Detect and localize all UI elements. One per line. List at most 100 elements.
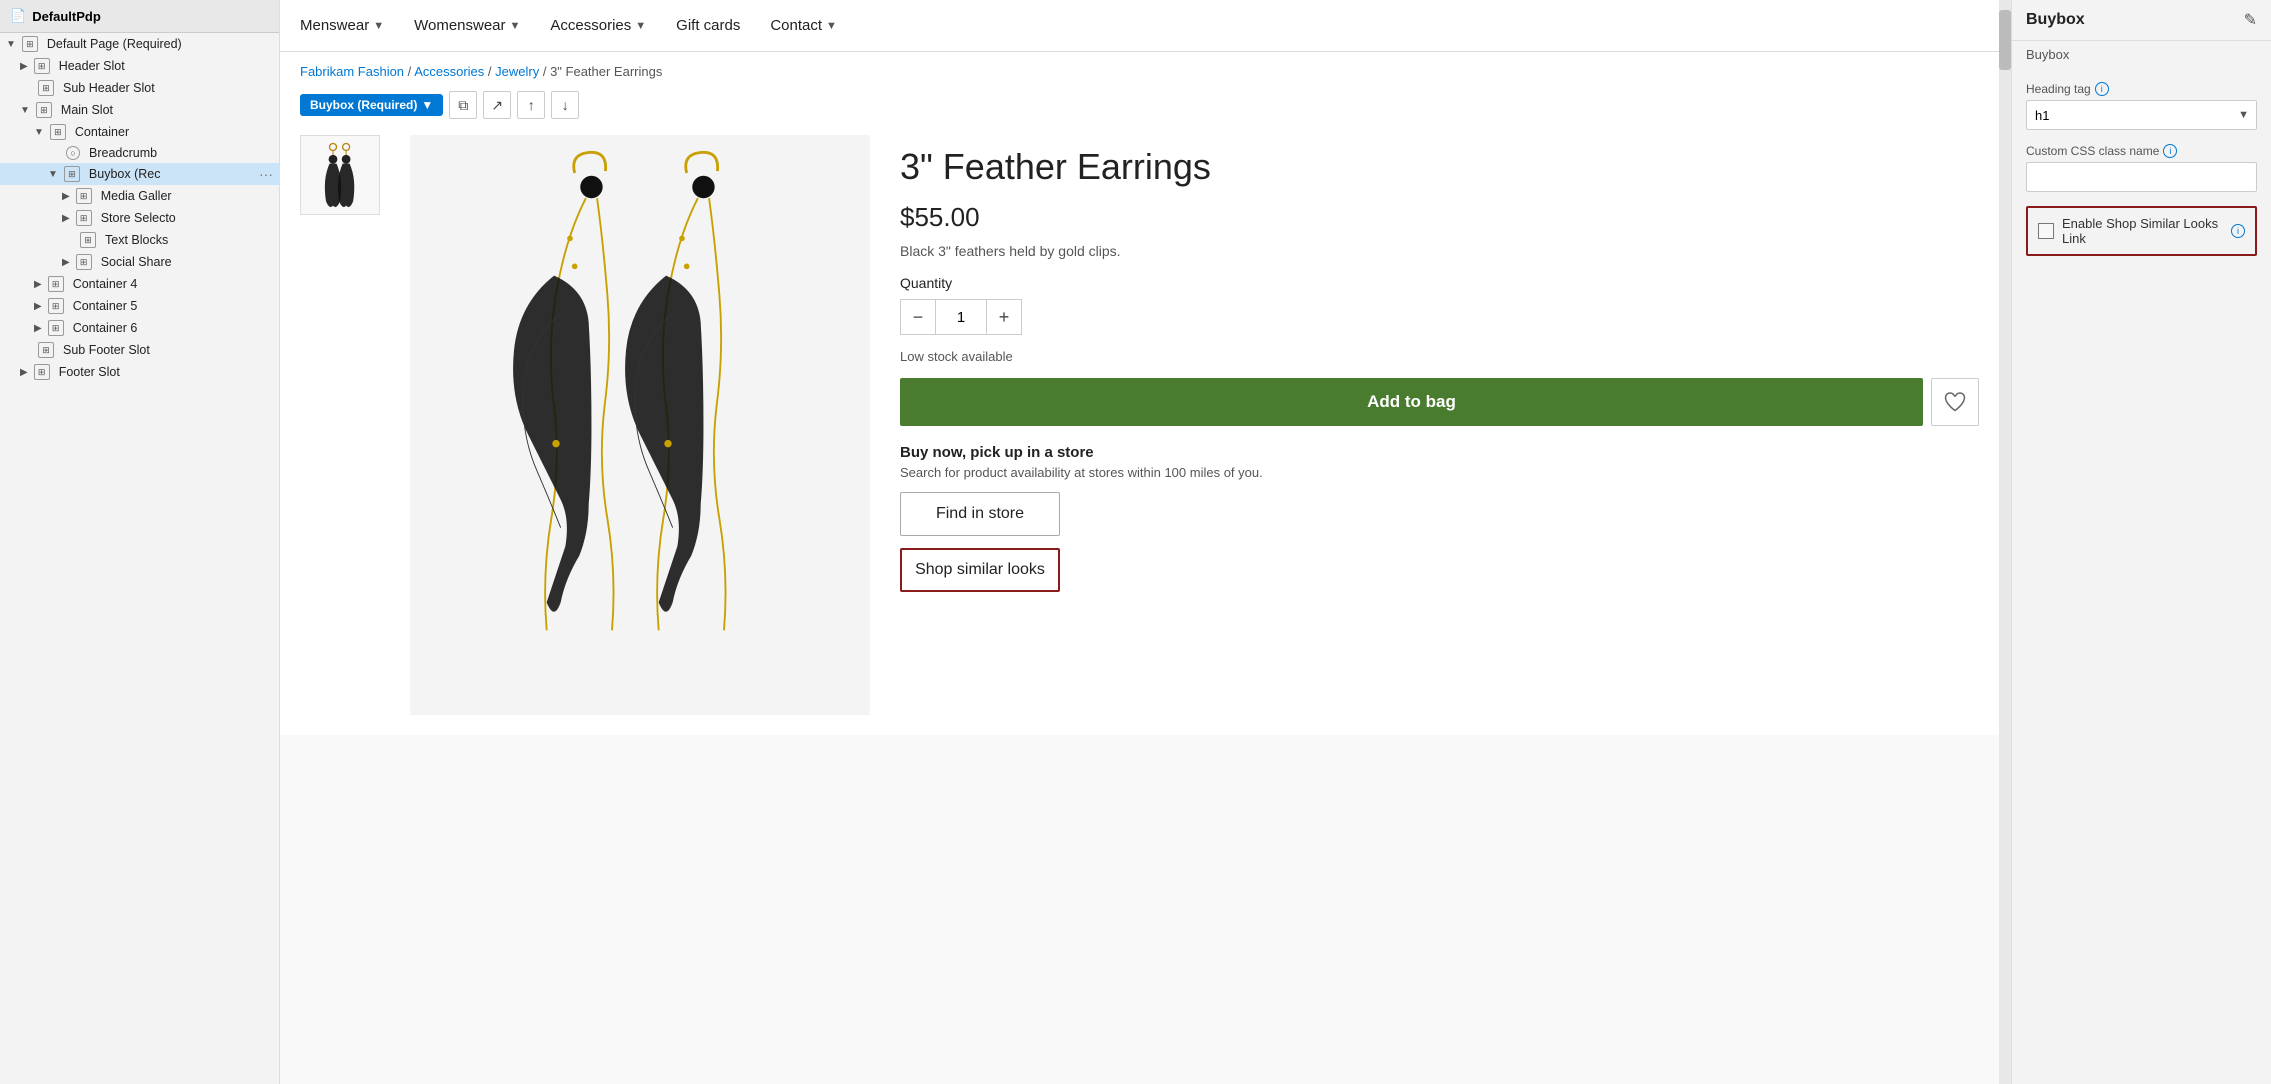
breadcrumb-fabrikam[interactable]: Fabrikam Fashion	[300, 64, 404, 79]
left-panel-title: DefaultPdp	[32, 9, 101, 24]
nav-caret-womenswear: ▼	[510, 20, 521, 32]
tree-caret-container-6[interactable]: ▶	[34, 323, 42, 334]
tree-icon-text-blocks: ⊞	[80, 232, 96, 248]
tree-icon-store-selector: ⊞	[76, 210, 92, 226]
right-panel-body: Heading tag i h1 h2 h3 ▼ Custom CSS clas…	[2012, 72, 2271, 266]
top-nav: Menswear ▼ Womenswear ▼ Accessories ▼ Gift …	[280, 0, 1999, 52]
tree-item-main-slot[interactable]: ▼⊞Main Slot	[0, 99, 279, 121]
tree-caret-container-5[interactable]: ▶	[34, 301, 42, 312]
enable-shop-similar-info-icon[interactable]: i	[2231, 224, 2245, 238]
buybox-badge-label: Buybox (Required)	[310, 98, 417, 112]
tree-caret-social-share[interactable]: ▶	[62, 257, 70, 268]
tree-item-breadcrumb[interactable]: ○Breadcrumb	[0, 143, 279, 163]
page-icon: 📄	[10, 8, 26, 24]
find-in-store-button[interactable]: Find in store	[900, 492, 1060, 536]
tree-caret-store-selector[interactable]: ▶	[62, 213, 70, 224]
left-panel-header: 📄 DefaultPdp	[0, 0, 279, 33]
css-class-info-icon[interactable]: i	[2163, 144, 2177, 158]
nav-caret-accessories: ▼	[635, 20, 646, 32]
wishlist-button[interactable]	[1931, 378, 1979, 426]
tree-label-container-4: Container 4	[73, 277, 273, 291]
tree-item-container-4[interactable]: ▶⊞Container 4	[0, 273, 279, 295]
tree-label-header-slot: Header Slot	[59, 59, 273, 73]
tree-label-container-5: Container 5	[73, 299, 273, 313]
tree-item-buybox-rec[interactable]: ▼ ⊞ Buybox (Rec ···	[0, 163, 279, 185]
tree-item-footer-slot[interactable]: ▶⊞Footer Slot	[0, 361, 279, 383]
nav-item-accessories[interactable]: Accessories ▼	[550, 13, 646, 38]
tree-item-sub-footer-slot[interactable]: ⊞Sub Footer Slot	[0, 339, 279, 361]
buybox-badge[interactable]: Buybox (Required) ▼	[300, 94, 443, 116]
enable-shop-similar-checkbox[interactable]	[2038, 223, 2054, 239]
tree-label-sub-footer-slot: Sub Footer Slot	[63, 343, 273, 357]
tree-item-social-share[interactable]: ▶⊞Social Share	[0, 251, 279, 273]
tree-item-text-blocks[interactable]: ⊞Text Blocks	[0, 229, 279, 251]
tree-more-buybox-rec[interactable]: ···	[259, 166, 273, 182]
toolbar-move-button[interactable]: ↗	[483, 91, 511, 119]
shop-similar-looks-button[interactable]: Shop similar looks	[900, 548, 1060, 592]
tree-label-breadcrumb: Breadcrumb	[89, 146, 273, 160]
toolbar-copy-button[interactable]: ⧉	[449, 91, 477, 119]
breadcrumb-jewelry[interactable]: Jewelry	[495, 64, 539, 79]
tree-item-container-5[interactable]: ▶⊞Container 5	[0, 295, 279, 317]
enable-shop-similar-label: Enable Shop Similar Looks Link	[2062, 216, 2223, 246]
tree-caret-default-page[interactable]: ▼	[6, 39, 16, 50]
nav-item-menswear[interactable]: Menswear ▼	[300, 13, 384, 38]
heading-tag-select[interactable]: h1 h2 h3	[2026, 100, 2257, 130]
add-to-bag-button[interactable]: Add to bag	[900, 378, 1923, 426]
add-to-bag-row: Add to bag	[900, 378, 1979, 426]
tree-item-sub-header-slot[interactable]: ⊞Sub Header Slot	[0, 77, 279, 99]
product-thumbnail[interactable]	[300, 135, 380, 215]
quantity-control: − 1 +	[900, 299, 1979, 335]
nav-item-gift-cards[interactable]: Gift cards	[676, 13, 740, 38]
toolbar-up-button[interactable]: ↑	[517, 91, 545, 119]
tree-icon-main-slot: ⊞	[36, 102, 52, 118]
tree-icon-buybox-rec: ⊞	[64, 166, 80, 182]
tree-icon-default-page: ⊞	[22, 36, 38, 52]
heading-tag-info-icon[interactable]: i	[2095, 82, 2109, 96]
tree-icon-media-gallery: ⊞	[76, 188, 92, 204]
right-panel-edit-icon[interactable]: ✎	[2244, 10, 2257, 30]
tree-item-container-6[interactable]: ▶ ⊞ Container 6	[0, 317, 279, 339]
breadcrumb-text: Fabrikam Fashion / Accessories / Jewelry…	[300, 64, 662, 79]
scrollbar-track[interactable]	[1999, 0, 2011, 1084]
tree-caret-main-slot[interactable]: ▼	[20, 105, 30, 116]
css-class-input[interactable]	[2026, 162, 2257, 192]
details-column: 3" Feather Earrings $55.00 Black 3" feat…	[890, 135, 1979, 715]
tree-caret-media-gallery[interactable]: ▶	[62, 191, 70, 202]
right-panel-title: Buybox	[2026, 11, 2085, 29]
breadcrumb: Fabrikam Fashion / Accessories / Jewelry…	[280, 52, 1999, 85]
tree-caret-container-4[interactable]: ▶	[34, 279, 42, 290]
tree-caret-footer-slot[interactable]: ▶	[20, 367, 28, 378]
tree-label-buybox-rec: Buybox (Rec	[89, 167, 255, 181]
tree-label-container-6: Container 6	[73, 321, 273, 335]
heading-tag-select-wrapper: h1 h2 h3 ▼	[2026, 100, 2257, 130]
tree-item-header-slot[interactable]: ▶ ⊞ Header Slot	[0, 55, 279, 77]
tree-label-container: Container	[75, 125, 273, 139]
tree-icon-header-slot: ⊞	[34, 58, 50, 74]
tree-item-container[interactable]: ▼⊞Container	[0, 121, 279, 143]
tree-item-default-page[interactable]: ▼⊞Default Page (Required)	[0, 33, 279, 55]
tree-label-social-share: Social Share	[101, 255, 273, 269]
toolbar-down-button[interactable]: ↓	[551, 91, 579, 119]
breadcrumb-current: 3" Feather Earrings	[550, 64, 662, 79]
nav-caret-menswear: ▼	[373, 20, 384, 32]
nav-item-contact[interactable]: Contact ▼	[770, 13, 837, 38]
tree-caret-buybox-rec[interactable]: ▼	[48, 169, 58, 180]
right-panel-subtitle: Buybox	[2012, 41, 2271, 72]
tree-label-media-gallery: Media Galler	[101, 189, 273, 203]
tree-label-sub-header-slot: Sub Header Slot	[63, 81, 273, 95]
tree-icon-container-6: ⊞	[48, 320, 64, 336]
nav-item-womenswear[interactable]: Womenswear ▼	[414, 13, 520, 38]
quantity-increase-button[interactable]: +	[986, 299, 1022, 335]
tree-caret-container[interactable]: ▼	[34, 127, 44, 138]
heading-tag-field: Heading tag i h1 h2 h3 ▼	[2026, 82, 2257, 130]
tree-item-media-gallery[interactable]: ▶ ⊞ Media Galler	[0, 185, 279, 207]
tree-label-store-selector: Store Selecto	[101, 211, 273, 225]
gallery-column	[300, 135, 390, 715]
tree-item-store-selector[interactable]: ▶ ⊞ Store Selecto	[0, 207, 279, 229]
tree-caret-header-slot[interactable]: ▶	[20, 61, 28, 72]
tree-container: ▼⊞Default Page (Required)▶⊞Header Slot⊞S…	[0, 33, 279, 383]
quantity-decrease-button[interactable]: −	[900, 299, 936, 335]
breadcrumb-accessories[interactable]: Accessories	[414, 64, 484, 79]
scrollbar-thumb[interactable]	[1999, 10, 2011, 70]
